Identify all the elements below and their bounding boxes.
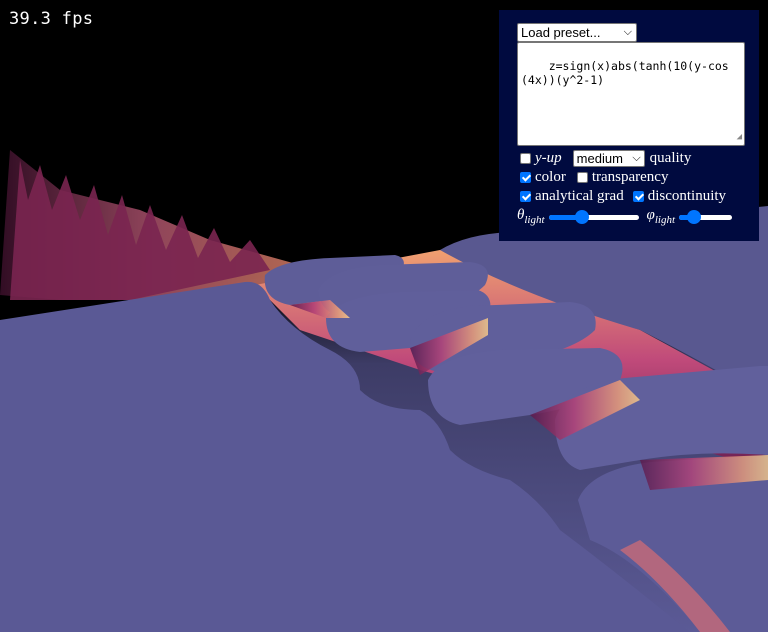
phi-light-slider[interactable]	[679, 209, 733, 224]
theta-light-label: θlight	[517, 207, 545, 226]
chevron-down-icon: ⌵	[632, 152, 641, 164]
slider-thumb[interactable]	[574, 209, 589, 224]
discontinuity-label: discontinuity	[647, 188, 727, 204]
transparency-label: transparency	[591, 169, 669, 185]
chevron-down-icon: ⌵	[623, 26, 632, 38]
discontinuity-checkbox[interactable]	[632, 191, 644, 202]
theta-light-slider[interactable]	[548, 209, 639, 224]
row-yup-quality: y-up medium ⌵ quality	[520, 149, 691, 168]
preset-select-label: Load preset...	[521, 25, 601, 40]
y-up-label: y-up	[535, 150, 562, 166]
slider-thumb[interactable]	[686, 209, 701, 224]
quality-select-value: medium	[576, 151, 623, 166]
analytical-grad-checkbox[interactable]	[520, 191, 531, 202]
preset-select[interactable]: Load preset... ⌵	[517, 23, 637, 42]
color-label: color	[535, 169, 566, 185]
color-checkbox[interactable]	[520, 172, 531, 183]
quality-select[interactable]: medium ⌵	[572, 150, 645, 167]
transparency-checkbox[interactable]	[576, 172, 588, 183]
analytical-grad-label: analytical grad	[535, 188, 624, 204]
phi-light-label: φlight	[646, 207, 676, 226]
row-grad-discontinuity: analytical grad discontinuity	[520, 187, 726, 206]
control-panel: Load preset... ⌵ z=sign(x)abs(tanh(10(y-…	[499, 10, 759, 241]
row-color-transparency: color transparency	[520, 168, 668, 187]
expression-text: z=sign(x)abs(tanh(10(y-cos(4x))(y^2-1)	[521, 59, 729, 87]
quality-label: quality	[649, 150, 692, 166]
fps-counter: 39.3 fps	[9, 9, 94, 29]
expression-textarea[interactable]: z=sign(x)abs(tanh(10(y-cos(4x))(y^2-1) ◢	[517, 42, 745, 146]
row-light-sliders: θlight φlight	[517, 207, 733, 226]
y-up-checkbox[interactable]	[520, 153, 531, 164]
resize-grip-icon[interactable]: ◢	[737, 130, 742, 144]
